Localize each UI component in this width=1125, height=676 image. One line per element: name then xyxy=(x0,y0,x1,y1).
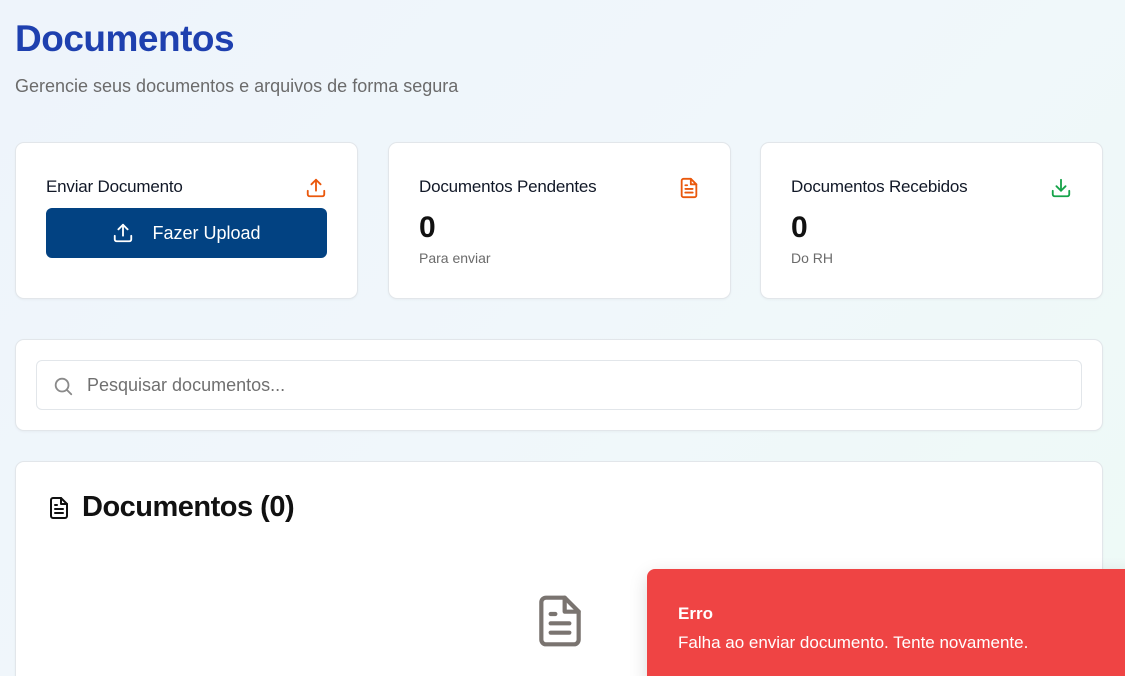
upload-button[interactable]: Fazer Upload xyxy=(46,208,327,258)
pending-count: 0 xyxy=(419,211,436,244)
page-title: Documentos xyxy=(15,18,235,59)
received-caption: Do RH xyxy=(791,250,834,266)
upload-icon xyxy=(306,178,326,198)
upload-card-title: Enviar Documento xyxy=(46,177,183,196)
upload-icon xyxy=(114,223,133,243)
search-icon xyxy=(54,377,73,396)
search-input[interactable] xyxy=(87,361,1067,409)
toast-message: Falha ao enviar documento. Tente novamen… xyxy=(678,633,1029,652)
documents-heading: Documentos (0) xyxy=(82,491,295,523)
error-toast[interactable]: Erro Falha ao enviar documento. Tente no… xyxy=(647,569,1125,676)
search-card xyxy=(15,339,1103,431)
file-text-icon xyxy=(680,177,698,199)
file-text-icon xyxy=(50,497,68,519)
received-count: 0 xyxy=(791,211,808,244)
received-documents-card: Documentos Recebidos 0 Do RH xyxy=(760,142,1103,299)
search-box[interactable] xyxy=(36,360,1082,410)
upload-button-label: Fazer Upload xyxy=(152,222,261,243)
page-subtitle: Gerencie seus documentos e arquivos de f… xyxy=(15,76,459,96)
pending-documents-card: Documentos Pendentes 0 Para enviar xyxy=(388,142,731,299)
toast-title: Erro xyxy=(678,604,713,623)
upload-card: Enviar Documento Fazer Upload xyxy=(15,142,358,299)
download-icon xyxy=(1051,178,1071,198)
pending-card-title: Documentos Pendentes xyxy=(419,177,597,196)
received-card-title: Documentos Recebidos xyxy=(791,177,968,196)
empty-file-icon xyxy=(539,595,581,647)
pending-caption: Para enviar xyxy=(419,250,491,266)
